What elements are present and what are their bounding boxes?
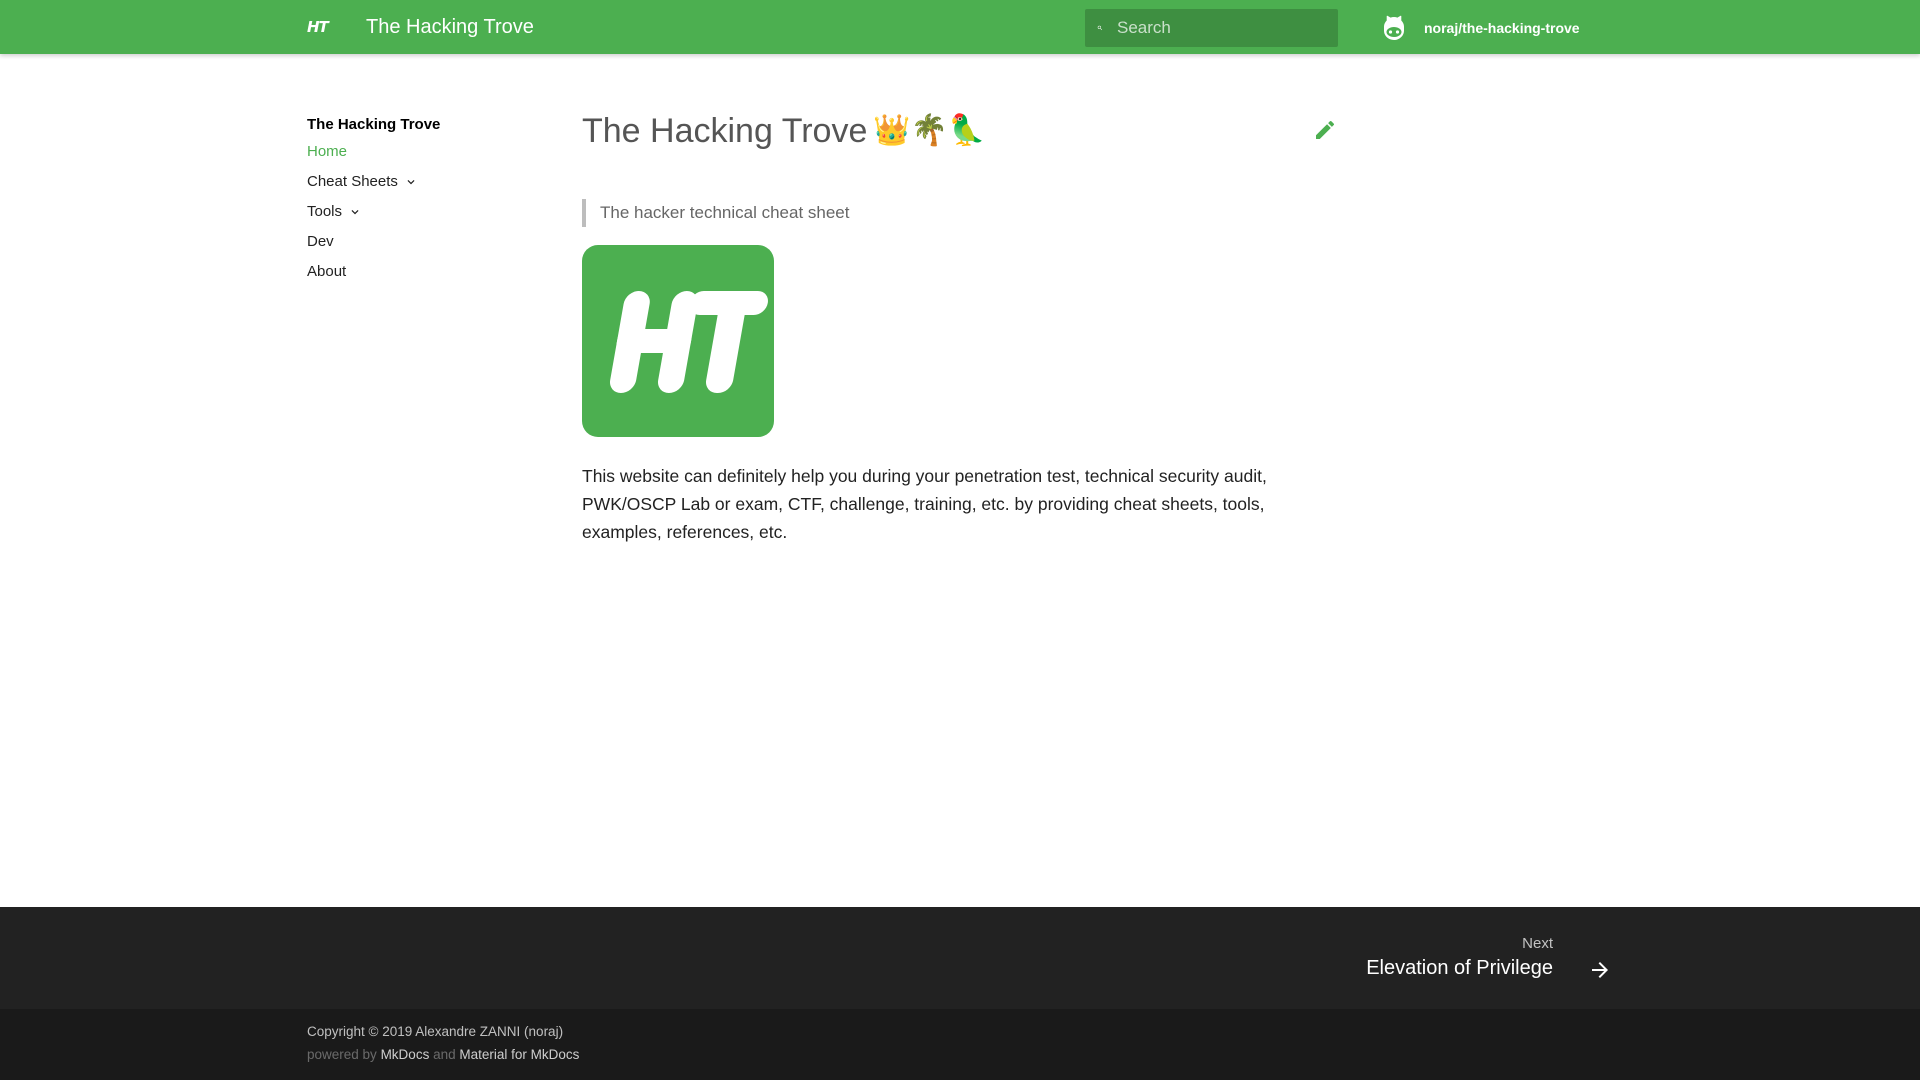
powered-by: powered by MkDocs and Material for MkDoc… (307, 1047, 579, 1062)
sidebar-item-tools[interactable]: Tools (307, 197, 537, 227)
search-icon (1097, 25, 1103, 31)
sidebar-item-label: Home (307, 143, 348, 160)
chevron-down-icon (351, 210, 359, 215)
ht-logo-image (582, 245, 774, 437)
sidebar-item-label: Dev (307, 233, 334, 250)
next-title: Elevation of Privilege (1366, 957, 1553, 979)
ht-logo-graphic (609, 291, 768, 393)
and-text: and (433, 1047, 456, 1062)
site-logo[interactable]: HT (307, 16, 331, 38)
sidebar-item-label: About (307, 263, 347, 280)
mkdocs-link[interactable]: MkDocs (381, 1047, 430, 1062)
edit-icon[interactable] (1313, 118, 1337, 142)
arrow-right-icon (1592, 962, 1608, 978)
repo-name: noraj/the-hacking-trove (1424, 20, 1580, 36)
material-link[interactable]: Material for MkDocs (459, 1047, 579, 1062)
github-icon (1384, 15, 1404, 40)
quote-text: The hacker technical cheat sheet (600, 203, 850, 222)
footer-meta: Copyright © 2019 Alexandre ZANNI (noraj)… (0, 1009, 1920, 1080)
top-header: HT The Hacking Trove noraj/the-hacking-t… (0, 0, 1920, 54)
search-box[interactable] (1085, 9, 1338, 47)
next-label: Next (1522, 935, 1553, 952)
sidebar-nav: The Hacking Trove Home Cheat Sheets Tool… (307, 113, 537, 287)
sidebar-item-label: Cheat Sheets (307, 173, 398, 190)
sidebar-item-home[interactable]: Home (307, 137, 537, 167)
repo-link[interactable]: noraj/the-hacking-trove (1380, 14, 1580, 42)
footer-nav: Next Elevation of Privilege (0, 907, 1920, 1009)
page-title: The Hacking Trove 👑🌴🦜 (582, 108, 1338, 154)
site-title[interactable]: The Hacking Trove (366, 13, 534, 41)
sidebar-item-dev[interactable]: Dev (307, 227, 537, 257)
copyright-text: Copyright © 2019 Alexandre ZANNI (noraj) (307, 1024, 564, 1039)
page-title-emoji: 👑🌴🦜 (873, 113, 986, 148)
nav-title: The Hacking Trove (307, 116, 441, 133)
sidebar-item-about[interactable]: About (307, 257, 537, 287)
blockquote: The hacker technical cheat sheet (582, 199, 849, 227)
chevron-down-icon (407, 180, 415, 185)
sidebar-item-cheat-sheets[interactable]: Cheat Sheets (307, 167, 537, 197)
page-title-text: The Hacking Trove (582, 112, 868, 150)
powered-by-text: powered by (307, 1047, 377, 1062)
sidebar-item-label: Tools (307, 203, 343, 220)
search-input[interactable] (1117, 9, 1338, 47)
intro-paragraph: This website can definitely help you dur… (582, 466, 1267, 542)
main-content: The Hacking Trove 👑🌴🦜 (582, 108, 1338, 154)
